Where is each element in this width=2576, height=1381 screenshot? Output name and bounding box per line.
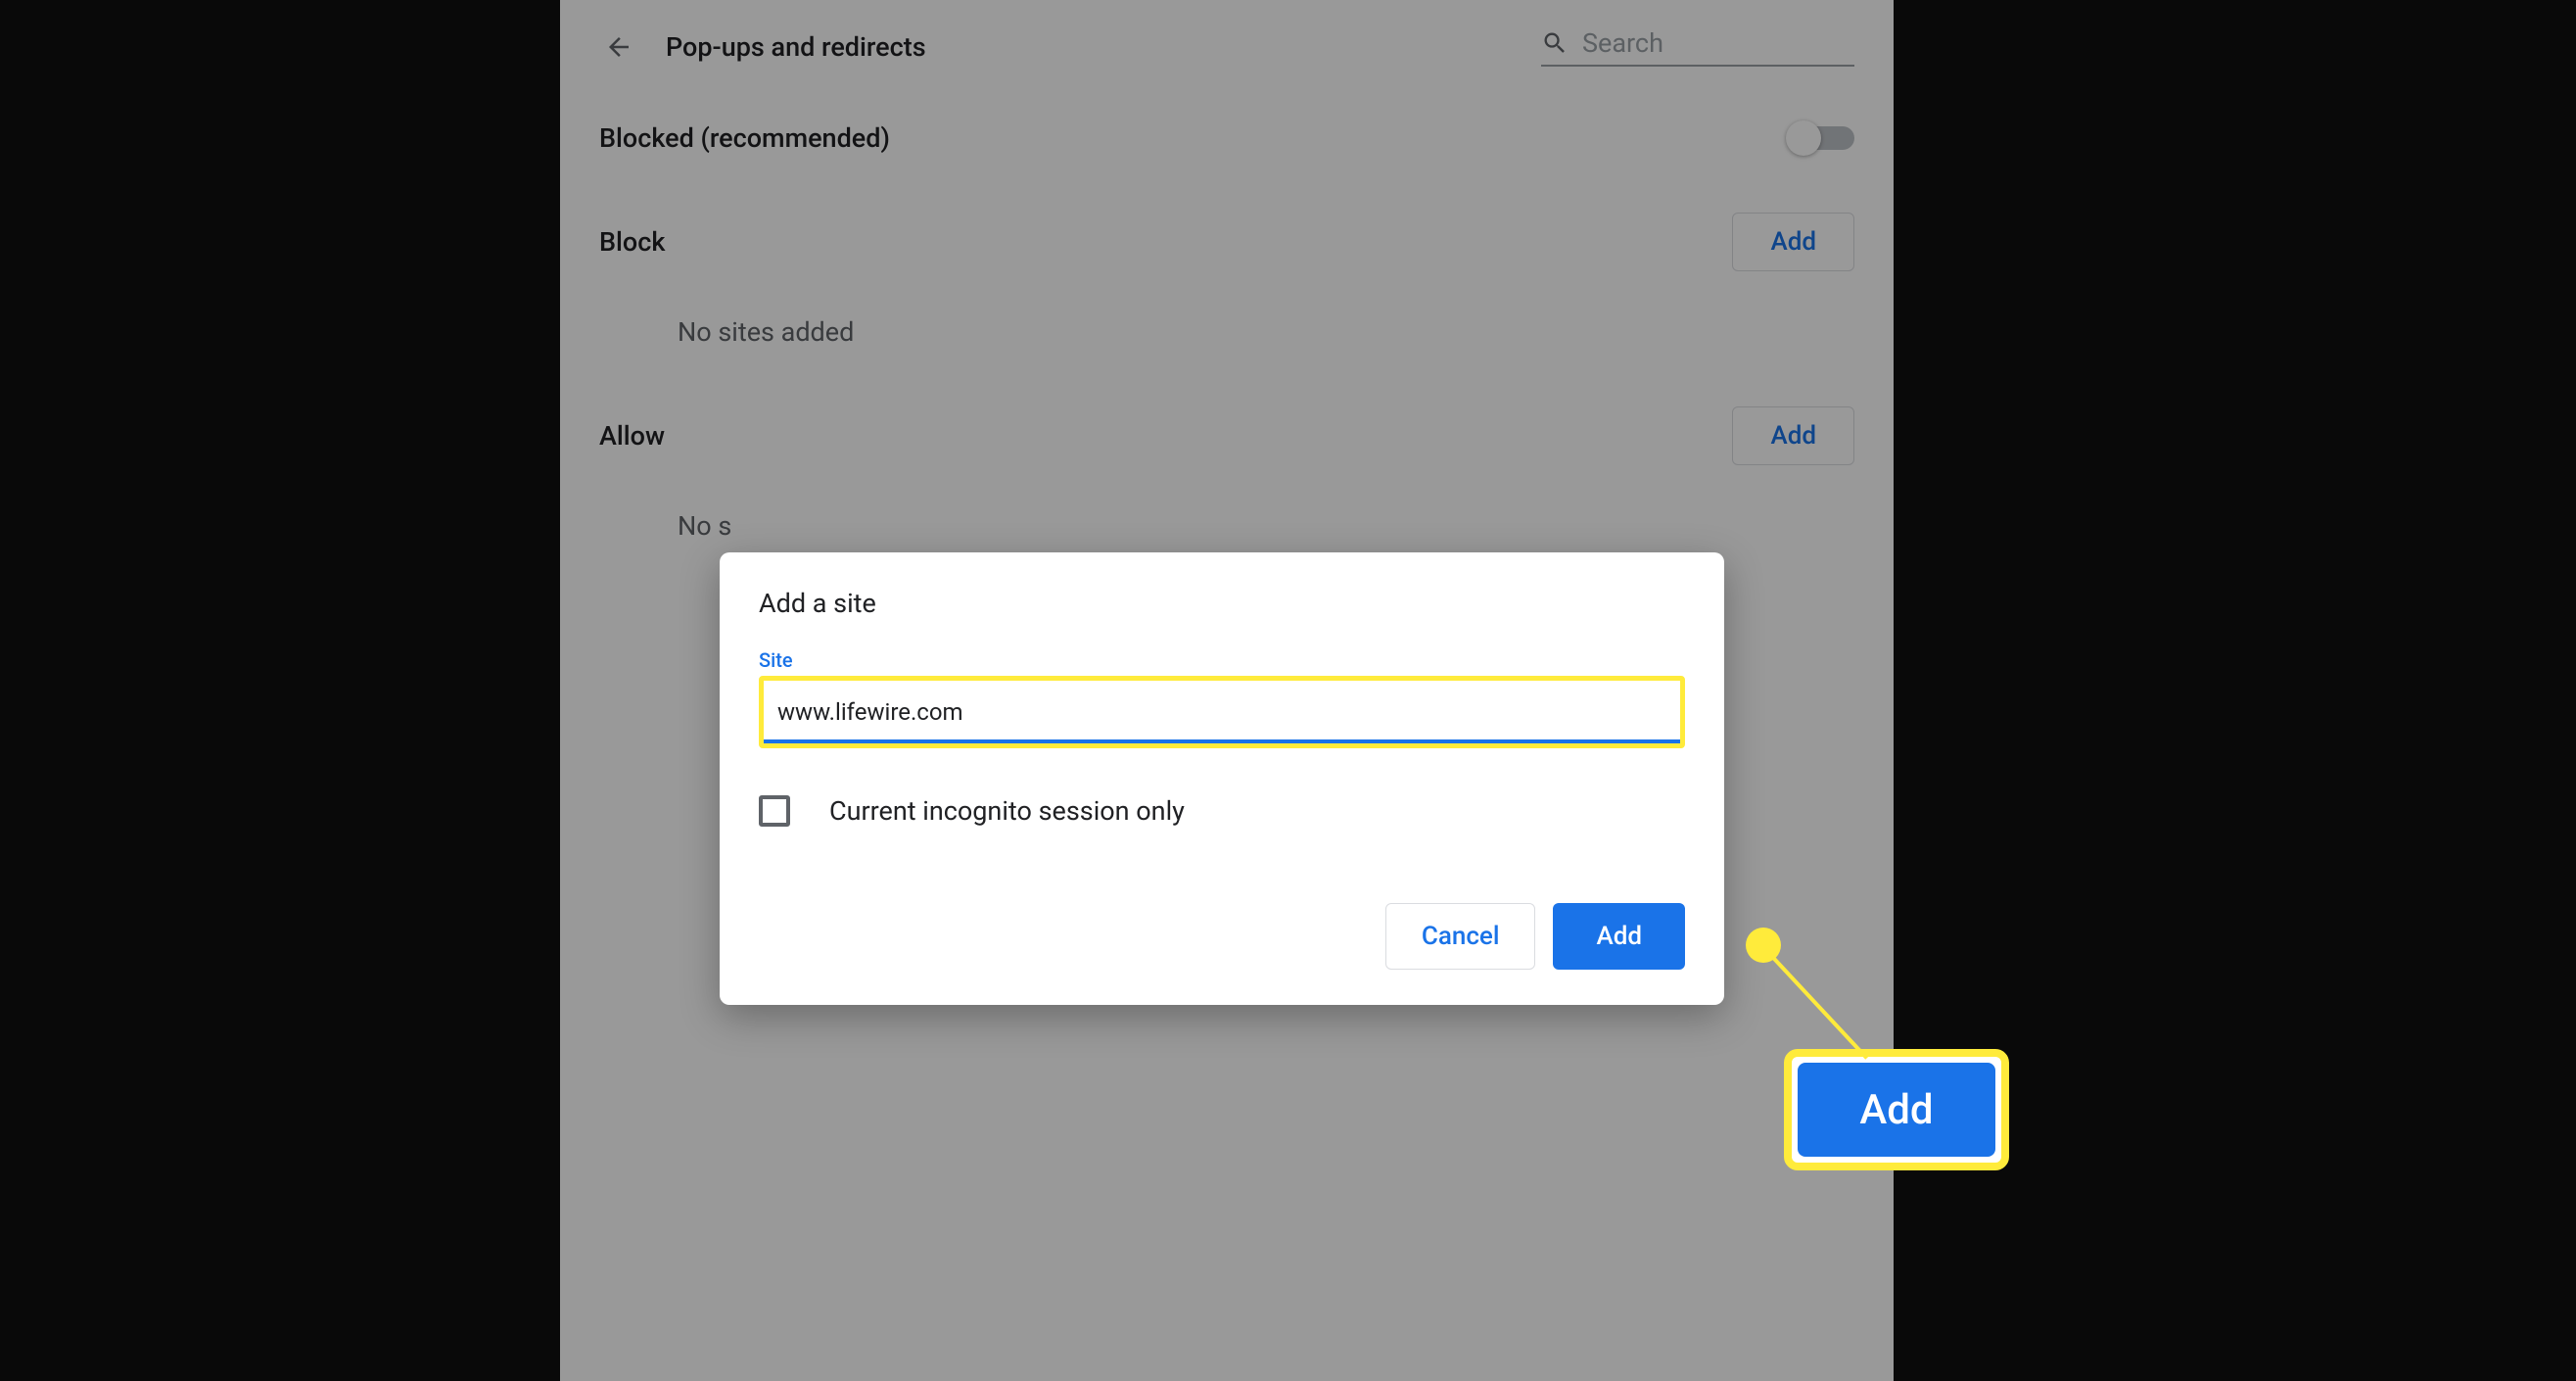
site-input[interactable] xyxy=(764,681,1680,743)
dialog-title: Add a site xyxy=(759,588,1685,619)
add-site-dialog: Add a site Site Current incognito sessio… xyxy=(720,552,1724,1005)
callout-dot xyxy=(1746,928,1781,963)
cancel-button[interactable]: Cancel xyxy=(1385,903,1536,970)
incognito-session-label: Current incognito session only xyxy=(829,795,1185,827)
site-input-highlight xyxy=(759,676,1685,748)
callout-add-button: Add xyxy=(1798,1063,1995,1157)
callout-box: Add xyxy=(1784,1049,2009,1170)
site-field-label: Site xyxy=(759,648,1685,672)
incognito-session-checkbox[interactable] xyxy=(759,795,790,827)
add-confirm-button[interactable]: Add xyxy=(1553,903,1685,970)
